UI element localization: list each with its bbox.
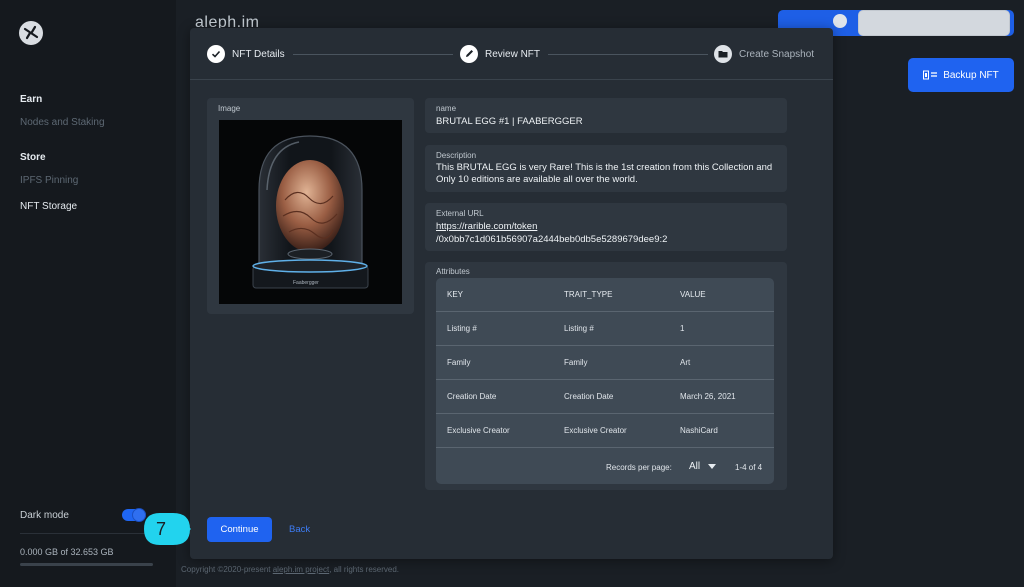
nav-section-earn: Earn (20, 94, 43, 105)
nav-section-store: Store (20, 152, 46, 163)
storage-usage-text: 0.000 GB of 32.653 GB (20, 547, 114, 557)
pagination-range: 1-4 of 4 (735, 463, 763, 472)
pencil-icon (460, 45, 478, 63)
footer-suffix: , all rights reserved. (329, 565, 400, 574)
table-row: Family Family Art (436, 346, 774, 380)
column-header-value[interactable]: VALUE (680, 290, 706, 299)
name-value: BRUTAL EGG #1 | FAABERGGER (436, 116, 583, 127)
cell-trait-type: Exclusive Creator (564, 426, 627, 435)
wallet-address-field[interactable] (858, 10, 1010, 36)
cell-value: 1 (680, 324, 685, 333)
footer-prefix: Copyright ©2020-present (181, 565, 273, 574)
cell-key: Family (447, 358, 471, 367)
aleph-logo-icon[interactable] (19, 21, 43, 45)
stepper: NFT Details Review NFT Create Snapshot (190, 28, 833, 80)
check-icon (207, 45, 225, 63)
nft-image: Faabergger (219, 120, 402, 304)
cell-value: March 26, 2021 (680, 392, 736, 401)
external-url-label: External URL (436, 209, 484, 218)
footer-project-link[interactable]: aleph.im project (273, 565, 329, 574)
step-nft-details: NFT Details (207, 45, 285, 63)
records-per-page-value: All (689, 461, 701, 472)
description-label: Description (436, 151, 477, 160)
step-connector (293, 54, 453, 55)
cell-value: Art (680, 358, 691, 367)
sidebar-divider (20, 533, 153, 534)
external-url-path[interactable]: /0x0bb7c1d061b56907a2444beb0db5e5289679d… (436, 234, 667, 246)
attributes-table: KEY TRAIT_TYPE VALUE Listing # Listing #… (436, 278, 774, 484)
description-card: Description This BRUTAL EGG is very Rare… (425, 145, 787, 192)
cell-trait-type: Listing # (564, 324, 594, 333)
back-button[interactable]: Back (289, 524, 310, 535)
step-create-snapshot: Create Snapshot (714, 45, 814, 63)
column-header-key[interactable]: KEY (447, 290, 463, 299)
review-nft-modal: NFT Details Review NFT Create Snapshot I… (190, 28, 833, 559)
table-row: Exclusive Creator Exclusive Creator Nash… (436, 414, 774, 448)
sidebar-item-nft-storage[interactable]: NFT Storage (20, 201, 77, 212)
cell-key: Creation Date (447, 392, 497, 401)
cell-trait-type: Family (564, 358, 588, 367)
backup-nft-label: Backup NFT (943, 69, 999, 81)
cell-trait-type: Creation Date (564, 392, 614, 401)
name-card: name BRUTAL EGG #1 | FAABERGGER (425, 98, 787, 133)
continue-button[interactable]: Continue (207, 517, 272, 542)
column-header-trait-type[interactable]: TRAIT_TYPE (564, 290, 612, 299)
footer-copyright: Copyright ©2020-present aleph.im project… (181, 565, 399, 574)
description-value: This BRUTAL EGG is very Rare! This is th… (436, 162, 773, 185)
cell-value: NashiCard (680, 426, 718, 435)
external-url-link[interactable]: https://rarible.com/token (436, 221, 537, 233)
table-row: Creation Date Creation Date March 26, 20… (436, 380, 774, 414)
step-connector (548, 54, 708, 55)
table-row: Listing # Listing # 1 (436, 312, 774, 346)
attributes-card: Attributes KEY TRAIT_TYPE VALUE Listing … (425, 262, 787, 490)
records-per-page-label: Records per page: (606, 463, 672, 472)
sidebar: Earn Nodes and Staking Store IPFS Pinnin… (0, 0, 176, 587)
step-callout-number: 7 (155, 518, 166, 539)
sidebar-item-nodes-and-staking[interactable]: Nodes and Staking (20, 117, 105, 128)
image-label: Image (218, 104, 241, 113)
step-callout-badge: 7 (143, 512, 191, 546)
external-url-card: External URL https://rarible.com/token /… (425, 203, 787, 251)
cell-key: Exclusive Creator (447, 426, 510, 435)
name-label: name (436, 104, 457, 113)
step-label: Create Snapshot (739, 48, 815, 60)
wallet-icon (833, 14, 847, 28)
step-review-nft: Review NFT (460, 45, 540, 63)
image-card: Image Faabergger (207, 98, 414, 314)
dark-mode-label: Dark mode (20, 510, 69, 521)
backup-nft-button[interactable]: Backup NFT (908, 58, 1014, 92)
storage-usage-bar (20, 563, 153, 566)
backup-icon (923, 70, 938, 80)
caret-down-icon (708, 464, 717, 469)
step-label: Review NFT (485, 48, 541, 60)
table-pagination: Records per page: All 1-4 of 4 (436, 448, 774, 484)
table-header-row: KEY TRAIT_TYPE VALUE (436, 278, 774, 312)
step-label: NFT Details (232, 48, 285, 60)
records-per-page-select[interactable]: All (689, 461, 717, 472)
sidebar-item-ipfs-pinning[interactable]: IPFS Pinning (20, 175, 78, 186)
cell-key: Listing # (447, 324, 477, 333)
nft-image-caption: Faabergger (293, 280, 319, 286)
folder-icon (714, 45, 732, 63)
attributes-label: Attributes (436, 267, 470, 276)
